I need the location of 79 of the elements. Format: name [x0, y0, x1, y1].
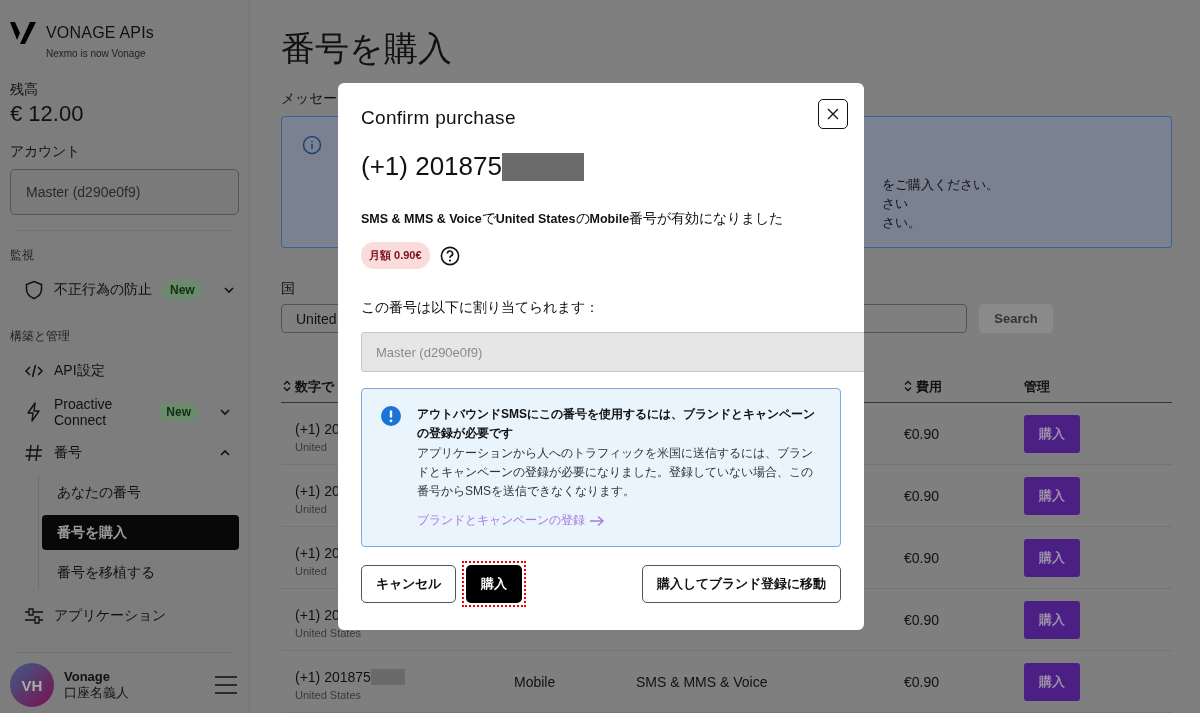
nav-item[interactable]: 番号	[10, 435, 239, 471]
notice-text: さい	[882, 195, 909, 213]
subnav-item[interactable]: あなたの番号	[42, 475, 239, 510]
subnav-item[interactable]: 番号を移植する	[42, 555, 239, 590]
dialog-phone-number: (+1) 201875	[361, 151, 502, 182]
account-label: アカウント	[10, 143, 81, 161]
nav-section-heading: 監視	[10, 247, 35, 264]
nav-item-label: アプリケーション	[54, 607, 166, 625]
user-name: Vonage	[64, 668, 111, 684]
nav-item-label: Proactive Connect	[54, 396, 114, 428]
sort-icon[interactable]	[283, 380, 291, 392]
number-cost: €0.90	[904, 611, 940, 628]
country-name: United	[295, 502, 327, 515]
nav-item[interactable]: アプリケーション	[10, 598, 239, 634]
number-features: SMS & MMS & Voice	[636, 673, 768, 690]
alert-message: アプリケーションから人へのトラフィックを米国に送信するには、ブランドとキャンペーンの登録が必要になりました。登録していない場合、この番号からSMSを送信できなくなります。	[417, 445, 814, 500]
number-cost: €0.90	[904, 549, 940, 566]
help-icon[interactable]	[439, 245, 460, 266]
sliders-icon	[24, 606, 44, 626]
country-name: United	[295, 440, 327, 453]
nav-item[interactable]: 不正行為の防止 New	[10, 272, 239, 308]
info-icon	[302, 135, 322, 155]
logo-icon	[10, 22, 36, 44]
country-label: 国	[281, 280, 295, 298]
column-header: 数字で	[295, 378, 334, 396]
buy-button[interactable]: 購入	[1024, 414, 1080, 453]
number-cost: €0.90	[904, 673, 940, 690]
column-header: 管理	[1024, 378, 1050, 396]
account-field[interactable]: Master (d290e0f9)	[361, 332, 864, 372]
number-cost: €0.90	[904, 487, 940, 504]
phone-number: (+1) 201875	[295, 668, 371, 685]
page-title: 番号を購入	[281, 28, 453, 69]
shield-icon	[24, 280, 44, 300]
buy-button[interactable]: 購入	[1024, 600, 1080, 639]
dialog-title: Confirm purchase	[361, 107, 516, 129]
subnav-item[interactable]: 番号を購入	[42, 515, 239, 550]
account-select[interactable]: Master (d290e0f9)	[10, 169, 239, 215]
country-name: United	[295, 564, 327, 577]
nav-section-heading: 構築と管理	[10, 328, 71, 345]
arrow-right-icon	[589, 514, 605, 527]
country-name: United States	[295, 626, 362, 639]
nav-item-label: API設定	[54, 362, 105, 380]
balance-label: 残高	[10, 81, 39, 99]
buy-button[interactable]: 購入	[1024, 662, 1080, 701]
dialog-button[interactable]: キャンセル	[361, 565, 456, 603]
hash-icon	[24, 443, 44, 463]
search-button[interactable]: Search	[979, 304, 1053, 333]
user-role: 口座名義人	[64, 684, 129, 702]
column-header: 費用	[916, 378, 942, 396]
menu-icon[interactable]	[215, 676, 237, 694]
dialog-button[interactable]: 購入してブランド登録に移動	[642, 565, 841, 603]
dialog-description: SMS & MMS & VoiceでUnited StatesのMobile番号が有効になりました	[361, 210, 785, 228]
buy-button[interactable]: 購入	[1024, 538, 1080, 577]
nav-item[interactable]: Proactive Connect New	[10, 393, 239, 431]
notice-text: さい。	[882, 214, 922, 232]
close-button[interactable]	[818, 99, 848, 129]
number-type: Mobile	[514, 673, 556, 690]
register-link[interactable]: ブランドとキャンペーンの登録	[417, 511, 605, 530]
balance-amount: € 12.00	[10, 101, 85, 127]
number-cost: €0.90	[904, 425, 940, 442]
message-label: メッセー	[281, 90, 337, 108]
alert-title: アウトバウンドSMSにこの番号を使用するには、ブランドとキャンペーンの登録が必要です	[417, 406, 816, 442]
user-avatar: VH	[10, 663, 54, 707]
buy-button[interactable]: 購入	[1024, 476, 1080, 515]
nav-item-label: 不正行為の防止	[54, 281, 152, 299]
assign-label: この番号は以下に割り当てられます：	[361, 299, 600, 317]
purchase-button[interactable]: 購入	[466, 565, 522, 603]
nav-item-label: 番号	[54, 444, 82, 462]
price-badge: 月額 0.90€	[361, 242, 430, 269]
new-badge: New	[158, 402, 199, 422]
nav-item[interactable]: API設定	[10, 353, 239, 389]
close-icon	[826, 107, 840, 121]
new-badge: New	[162, 280, 203, 300]
alert-icon	[381, 406, 401, 426]
notice-text: をご購入ください。	[882, 176, 999, 194]
sort-icon[interactable]	[904, 380, 912, 392]
country-name: United States	[295, 688, 362, 701]
brand-tagline: Nexmo is now Vonage	[46, 48, 147, 59]
brand-name: VONAGE APIs	[46, 24, 154, 42]
